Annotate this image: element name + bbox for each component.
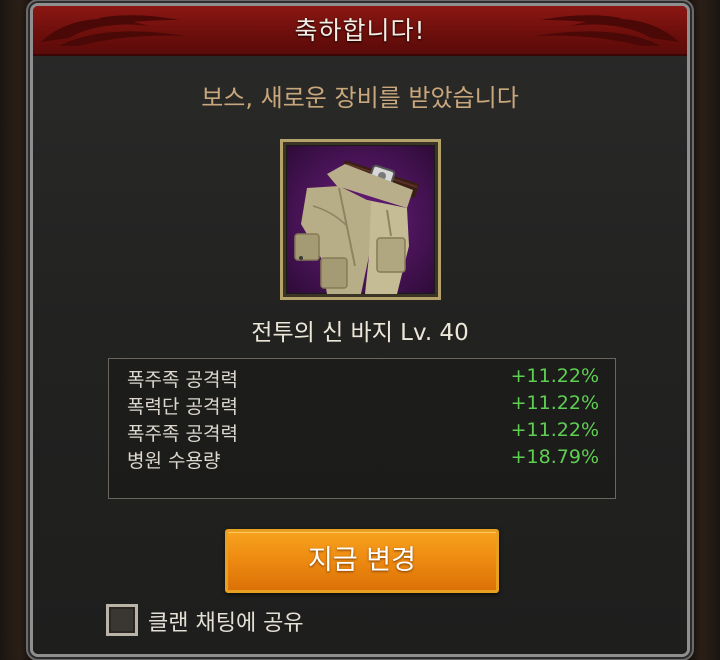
stat-value: +11.22%: [510, 365, 599, 387]
stat-label: 폭주족 공격력: [127, 369, 238, 391]
stat-row: 폭주족 공격력 +11.22%: [127, 419, 599, 445]
stat-value: +11.22%: [510, 419, 599, 441]
share-to-clan-chat[interactable]: 클랜 채팅에 공유: [106, 602, 406, 638]
item-name: 전투의 신 바지 Lv. 40: [251, 320, 469, 346]
change-now-button[interactable]: 지금 변경: [225, 529, 499, 593]
stat-row: 폭력단 공격력 +11.22%: [127, 392, 599, 418]
dialog-header: 축하합니다!: [33, 6, 687, 56]
stat-label: 폭력단 공격력: [127, 396, 238, 418]
share-checkbox[interactable]: [106, 604, 138, 636]
backdrop-left-edge: [0, 0, 34, 660]
share-checkbox-label[interactable]: 클랜 채팅에 공유: [148, 605, 304, 637]
item-slot[interactable]: [280, 139, 441, 300]
stat-value: +18.79%: [510, 446, 599, 468]
reward-dialog: 축하합니다! 보스, 새로운 장비를 받았습니다 전투의 신 바지 Lv. 40…: [30, 3, 690, 657]
stat-row: 폭주족 공격력 +11.22%: [127, 365, 599, 391]
item-icon-background: [286, 145, 435, 294]
item-stats-panel: 폭주족 공격력 +11.22% 폭력단 공격력 +11.22% 폭주족 공격력 …: [108, 358, 616, 499]
backdrop-right-edge: [688, 0, 720, 660]
reward-subtitle: 보스, 새로운 장비를 받았습니다: [201, 84, 519, 112]
stat-value: +11.22%: [510, 392, 599, 414]
stat-row: 병원 수용량 +18.79%: [127, 446, 599, 472]
stat-label: 병원 수용량: [127, 450, 221, 472]
cargo-pants-icon: [294, 160, 419, 294]
dialog-title: 축하합니다!: [294, 16, 426, 45]
stat-label: 폭주족 공격력: [127, 423, 238, 445]
